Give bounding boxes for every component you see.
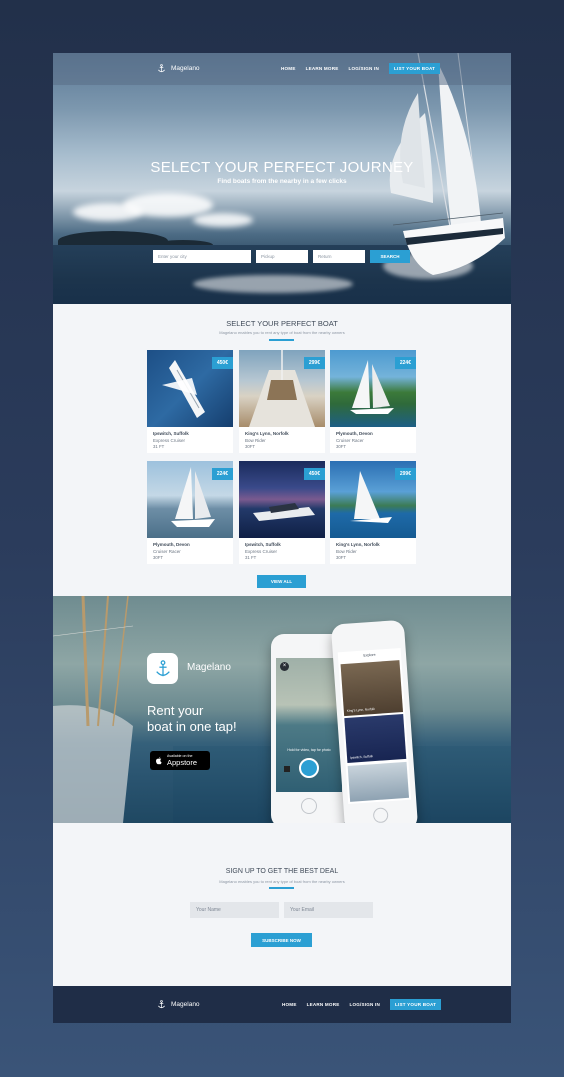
list-your-boat-button[interactable]: LIST YOUR BOAT — [389, 63, 441, 74]
price-badge: 450€ — [211, 357, 233, 369]
boat-model: Bow Rider — [245, 438, 266, 443]
footer-login-link[interactable]: LOG/SIGN IN — [349, 1002, 380, 1007]
app-name: Magelano — [187, 662, 231, 673]
boat-location: Plymouth, Devon — [336, 431, 373, 436]
return-date-input[interactable]: Return — [313, 250, 365, 263]
wave-foam — [193, 275, 353, 293]
boat-card[interactable]: 224€ Plymouth, Devon Cruiser Racer 30FT — [147, 461, 233, 564]
footer-nav: HOME LEARN MORE LOG/SIGN IN LIST YOUR BO… — [282, 999, 442, 1010]
footer: Magelano HOME LEARN MORE LOG/SIGN IN LIS… — [53, 986, 511, 1023]
boat-location: Plymouth, Devon — [153, 542, 190, 547]
phone-screen-explore: Explore King's Lynn, Norfolk Ipswitch, S… — [337, 647, 412, 805]
camera-caption: Hold for video, tap for photo — [287, 748, 331, 752]
boat-card[interactable]: 299€ King's Lynn, Norfolk Bow Rider 30FT — [330, 461, 416, 564]
boat-card[interactable]: 224€ Plymouth, Devon Cruiser Racer 30FT — [330, 350, 416, 453]
cloud — [123, 193, 213, 217]
nav-learn-more-link[interactable]: LEARN MORE — [306, 66, 339, 71]
footer-brand-logo[interactable]: Magelano — [157, 1000, 200, 1009]
boats-section-title: SELECT YOUR PERFECT BOAT — [226, 319, 338, 328]
hero-section: Magelano HOME LEARN MORE LOG/SIGN IN LIS… — [53, 53, 511, 304]
appstore-badge-button[interactable]: Available on the Appstore — [150, 751, 210, 770]
boat-model: Bow Rider — [336, 549, 357, 554]
boat-card[interactable]: 450€ Ipswitch, Suffolk Express Cruiser 3… — [239, 461, 325, 564]
city-input[interactable]: Enter your city — [153, 250, 251, 263]
brand-logo[interactable]: Magelano — [157, 64, 200, 73]
section-divider — [269, 887, 294, 889]
appstore-big-text: Appstore — [167, 758, 198, 767]
boat-length: 30FT — [153, 555, 164, 560]
boats-section-subtitle: Magelano enables you to rent any type of… — [219, 330, 345, 335]
boat-length: 30FT — [336, 555, 347, 560]
cloud — [193, 213, 253, 227]
boat-location: King's Lynn, Norfolk — [336, 542, 380, 547]
boat-length: 31 FT — [245, 555, 257, 560]
anchor-icon — [155, 659, 170, 676]
gallery-icon[interactable] — [284, 766, 290, 772]
phone-mockup-explore: Explore King's Lynn, Norfolk Ipswitch, S… — [330, 619, 419, 823]
shutter-button[interactable] — [299, 758, 319, 778]
phone-screen-camera: × Hold for video, tap for photo — [276, 658, 342, 792]
brand-name: Magelano — [171, 1001, 200, 1008]
phone-boat-photo: King's Lynn, Norfolk — [340, 660, 404, 717]
pickup-date-input[interactable]: Pickup — [256, 250, 308, 263]
phone-card-location: Ipswitch, Suffolk — [349, 754, 374, 760]
boat-location: Ipswitch, Suffolk — [245, 542, 281, 547]
subscribe-button[interactable]: SUBSCRIBE NOW — [251, 933, 312, 947]
app-tagline: Rent your boat in one tap! — [147, 703, 267, 735]
brand-name: Magelano — [171, 65, 200, 72]
boat-model: Cruiser Racer — [153, 549, 181, 554]
boat-location: Ipswitch, Suffolk — [153, 431, 189, 436]
phone-boat-photo — [347, 761, 410, 802]
app-icon — [147, 653, 178, 684]
boat-model: Express Cruiser — [245, 549, 278, 554]
price-badge: 299€ — [394, 468, 416, 480]
boat-length: 31 FT — [153, 444, 165, 449]
nav-login-link[interactable]: LOG/SIGN IN — [348, 66, 379, 71]
phone-screen-title: Explore — [363, 652, 376, 658]
boat-length: 30FT — [336, 444, 347, 449]
footer-list-your-boat-button[interactable]: LIST YOUR BOAT — [390, 999, 442, 1010]
section-divider — [269, 339, 294, 341]
footer-learn-more-link[interactable]: LEARN MORE — [307, 1002, 340, 1007]
phone-card-location: King's Lynn, Norfolk — [346, 706, 376, 713]
boat-length: 30FT — [245, 444, 256, 449]
phone-boat-photo: Ipswitch, Suffolk — [344, 713, 407, 763]
apple-icon — [156, 756, 162, 765]
nav-home-link[interactable]: HOME — [281, 66, 296, 71]
boat-model: Cruiser Racer — [336, 438, 364, 443]
signup-subtitle: Magelano enables you to rent any type of… — [219, 879, 345, 884]
tagline-line-2: boat in one tap! — [147, 719, 237, 734]
tagline-line-1: Rent your — [147, 703, 204, 718]
price-badge: 224€ — [394, 357, 416, 369]
search-form: Enter your city Pickup Return SEARCH — [153, 250, 410, 263]
search-button[interactable]: SEARCH — [370, 250, 410, 263]
app-promo-section: Magelano Rent your boat in one tap! Avai… — [53, 596, 511, 823]
boat-model: Express Cruiser — [153, 438, 186, 443]
landing-page: Magelano HOME LEARN MORE LOG/SIGN IN LIS… — [53, 53, 511, 1023]
boat-location: King's Lynn, Norfolk — [245, 431, 289, 436]
signup-title: SIGN UP TO GET THE BEST DEAL — [225, 868, 339, 875]
boat-card[interactable]: 299€ King's Lynn, Norfolk Bow Rider 30FT — [239, 350, 325, 453]
hero-subtitle: Find boats from the nearby in a few clic… — [217, 178, 347, 185]
view-all-button[interactable]: VIEW ALL — [257, 575, 306, 588]
footer-home-link[interactable]: HOME — [282, 1002, 297, 1007]
anchor-icon — [158, 64, 165, 73]
top-navbar: Magelano HOME LEARN MORE LOG/SIGN IN LIS… — [53, 53, 511, 85]
main-nav: HOME LEARN MORE LOG/SIGN IN LIST YOUR BO… — [281, 63, 441, 74]
hero-title: SELECT YOUR PERFECT JOURNEY — [150, 159, 414, 176]
home-button — [301, 798, 317, 814]
boat-card[interactable]: 450€ Ipswitch, Suffolk Express Cruiser 3… — [147, 350, 233, 453]
email-input[interactable]: Your Email — [284, 902, 373, 918]
price-badge: 299€ — [303, 357, 325, 369]
name-input[interactable]: Your Name — [190, 902, 279, 918]
home-button — [372, 807, 389, 823]
price-badge: 450€ — [303, 468, 325, 480]
price-badge: 224€ — [211, 468, 233, 480]
anchor-icon — [158, 1000, 165, 1009]
close-icon[interactable]: × — [280, 662, 289, 671]
